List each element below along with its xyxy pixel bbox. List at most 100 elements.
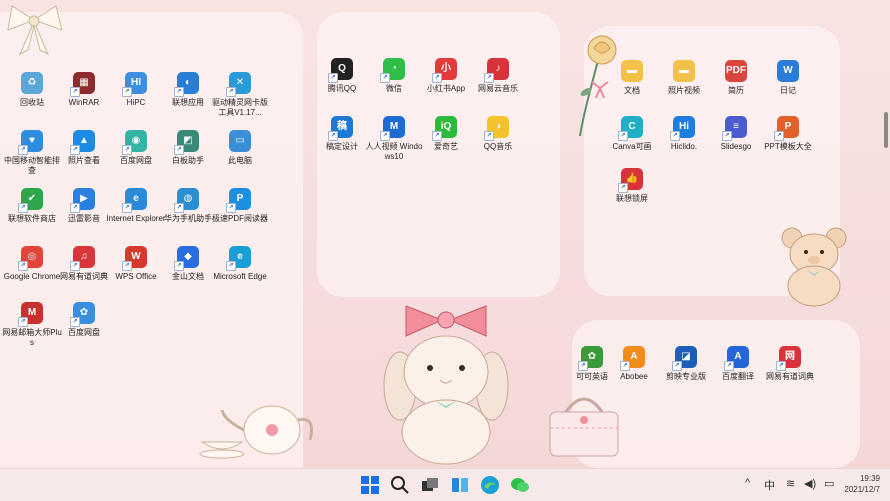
desktop-shortcut-word-file[interactable]: W 日记 [758,60,818,96]
task-view-icon[interactable] [420,475,440,495]
edge-icon[interactable] [480,475,500,495]
desktop-shortcut-assistant[interactable]: ◍ ↗ 华为手机助手 [158,188,218,224]
desktop-shortcut-video-edit[interactable]: ◪ ↗ 剪映专业版 [656,346,716,382]
renren-icon: M ↗ [380,116,405,141]
shortcut-arrow-icon: ↗ [70,317,80,327]
desktop-shortcut-recycle-bin[interactable]: ♻ 回收站 [2,72,62,108]
desktop-shortcut-label: 小红书App [426,84,466,93]
netease-music-icon: ♪ ↗ [484,58,509,83]
desktop-shortcut-photo[interactable]: ▲ ↗ 照片查看 [54,130,114,166]
desktop-shortcut-label: 此电脑 [228,156,252,165]
desktop-shortcut-folder[interactable]: ▬ 照片视频 [654,60,714,96]
desktop-shortcut-label: Internet Explorer [106,214,166,223]
desktop-shortcut-iqiyi[interactable]: iQ ↗ 爱奇艺 [416,116,476,152]
desktop-shortcut-news[interactable]: 网 ↗ 网易有道词典 [760,346,820,382]
scroll-indicator[interactable] [884,112,888,148]
desktop-shortcut-thumb[interactable]: 👍 ↗ 联想锁屏 [602,168,662,204]
desktop-shortcut-mail[interactable]: M ↗ 网易邮箱大师Plus [2,302,62,348]
clock[interactable]: 19:39 2021/12/7 [844,473,880,495]
desktop-shortcut-label: 白板助手 [172,156,204,165]
shortcut-arrow-icon: ↗ [174,145,184,155]
desktop-shortcut-qqmusic[interactable]: ◑ ↗ QQ音乐 [468,116,528,152]
slides-icon: ≡ ↗ [722,116,747,141]
desktop-shortcut-chrome[interactable]: ◎ ↗ Google Chrome [2,246,62,282]
pdf-reader-icon: P ↗ [226,188,251,213]
qqmusic-icon: ◑ ↗ [484,116,509,141]
desktop-shortcut-slides[interactable]: ≡ ↗ Slidesgo [706,116,766,152]
desktop-shortcut-ie[interactable]: e ↗ Internet Explorer [106,188,166,224]
windows-start-icon[interactable] [360,475,380,495]
desktop-shortcut-player[interactable]: ▶ ↗ 迅雷影音 [54,188,114,224]
desktop-shortcut-folder[interactable]: ▬ 文档 [602,60,662,96]
desktop-shortcut-edge[interactable]: e ↗ Microsoft Edge [210,246,270,282]
desktop-shortcut-office[interactable]: ◆ ↗ 金山文档 [158,246,218,282]
desktop-shortcut-clipboard[interactable]: ✔ ↗ 联想软件商店 [2,188,62,224]
desktop-shortcut-hi[interactable]: Hi ↗ Hiclido. [654,116,714,152]
desktop-shortcut-health[interactable]: ♥ ↗ 中国移动智能排查 [2,130,62,176]
shortcut-arrow-icon: ↗ [620,361,630,371]
shortcut-arrow-icon: ↗ [432,131,442,141]
desktop-shortcut-whiteboard[interactable]: ◩ ↗ 白板助手 [158,130,218,166]
desktop-shortcut-renren[interactable]: M ↗ 人人视频 Windows10 [364,116,424,162]
wifi-icon[interactable]: ≋ [786,477,795,490]
tray-chevron-icon[interactable]: ^ [745,477,750,489]
shortcut-arrow-icon: ↗ [380,73,390,83]
tag-icon: 稿 ↗ [328,116,353,141]
shortcut-arrow-icon: ↗ [776,361,786,371]
shortcut-arrow-icon: ↗ [18,203,28,213]
thumb-icon: 👍 ↗ [618,168,643,193]
folder-icon: ▬ [621,60,643,82]
desktop-shortcut-label: 联想锁屏 [616,194,648,203]
shortcut-arrow-icon: ↗ [226,261,236,271]
smart-icon: ✿ ↗ [578,346,603,371]
desktop-shortcut-baidu[interactable]: ◉ ↗ 百度网盘 [106,130,166,166]
desktop-shortcut-label: Slidesgo [720,142,752,151]
iqiyi-icon: iQ ↗ [432,116,457,141]
desktop-shortcut-download[interactable]: ◐ ↗ 联想应用 [158,72,218,108]
desktop-shortcut-ppt[interactable]: P ↗ PPT模板大全 [758,116,818,152]
desktop-shortcut-pdf-reader[interactable]: P ↗ 极速PDF阅读器 [210,188,270,224]
folder-icon-2: ▬ [673,60,695,82]
download-icon: ◐ ↗ [174,72,199,97]
desktop-shortcut-winrar[interactable]: ▦ ↗ WinRAR [54,72,114,108]
shortcut-arrow-icon: ↗ [226,203,236,213]
photo-icon: ▲ ↗ [70,130,95,155]
shortcut-arrow-icon: ↗ [724,361,734,371]
battery-icon[interactable]: ▭ [824,477,834,490]
search-icon[interactable] [390,475,410,495]
wechat-taskbar-icon[interactable] [510,475,530,495]
desktop-shortcut-abobe[interactable]: A ↗ Abobee [604,346,664,382]
desktop-shortcut-puzzle[interactable]: ✿ ↗ 百度网盘 [54,302,114,338]
desktop-shortcut-qq[interactable]: Q ↗ 腾讯QQ [312,58,372,94]
desktop-shortcut-netease-music[interactable]: ♪ ↗ 网易云音乐 [468,58,528,94]
desktop-shortcut-pdf-file[interactable]: PDF 简历 [706,60,766,96]
ime-indicator[interactable]: 中 [764,477,775,493]
desktop-shortcut-label: WPS Office [115,272,157,281]
clipboard-icon: ✔ ↗ [18,188,43,213]
desktop-shortcut-tag[interactable]: 稿 ↗ 稿定设计 [312,116,372,152]
desktop-shortcut-tool[interactable]: ✕ ↗ 驱动精灵网卡版工具V1.17... [210,72,270,118]
volume-icon[interactable]: ◀) [804,477,816,490]
desktop-shortcut-computer[interactable]: ▭ 此电脑 [210,130,270,166]
ie-icon: e ↗ [122,188,147,213]
shortcut-arrow-icon: ↗ [484,73,494,83]
widgets-icon[interactable] [450,475,470,495]
music-icon: ♫ ↗ [70,246,95,271]
desktop-shortcut-label: HiPC [126,98,146,107]
shortcut-arrow-icon: ↗ [174,261,184,271]
clock-date: 2021/12/7 [844,485,880,494]
desktop-shortcut-wps[interactable]: W ↗ WPS Office [106,246,166,282]
shortcut-arrow-icon: ↗ [174,203,184,213]
desktop-shortcut-label: 百度网盘 [68,328,100,337]
desktop-shortcut-label: 百度网盘 [120,156,152,165]
desktop-shortcut-label: Hiclido. [670,142,698,151]
desktop-shortcut-translate[interactable]: A ↗ 百度翻译 [708,346,768,382]
desktop-shortcut-miniapp[interactable]: 小 ↗ 小红书App [416,58,476,94]
recycle-bin-icon: ♻ [21,72,43,94]
desktop-shortcut-music[interactable]: ♫ ↗ 网易有道词典 [54,246,114,282]
desktop-shortcut-label: 中国移动智能排查 [4,156,60,175]
desktop-shortcut-hipc[interactable]: HI ↗ HiPC [106,72,166,108]
desktop-shortcut-wechat[interactable]: ◔ ↗ 微信 [364,58,424,94]
desktop-shortcut-label: 文档 [624,86,640,95]
desktop-shortcut-canva[interactable]: C ↗ Canva可画 [602,116,662,152]
